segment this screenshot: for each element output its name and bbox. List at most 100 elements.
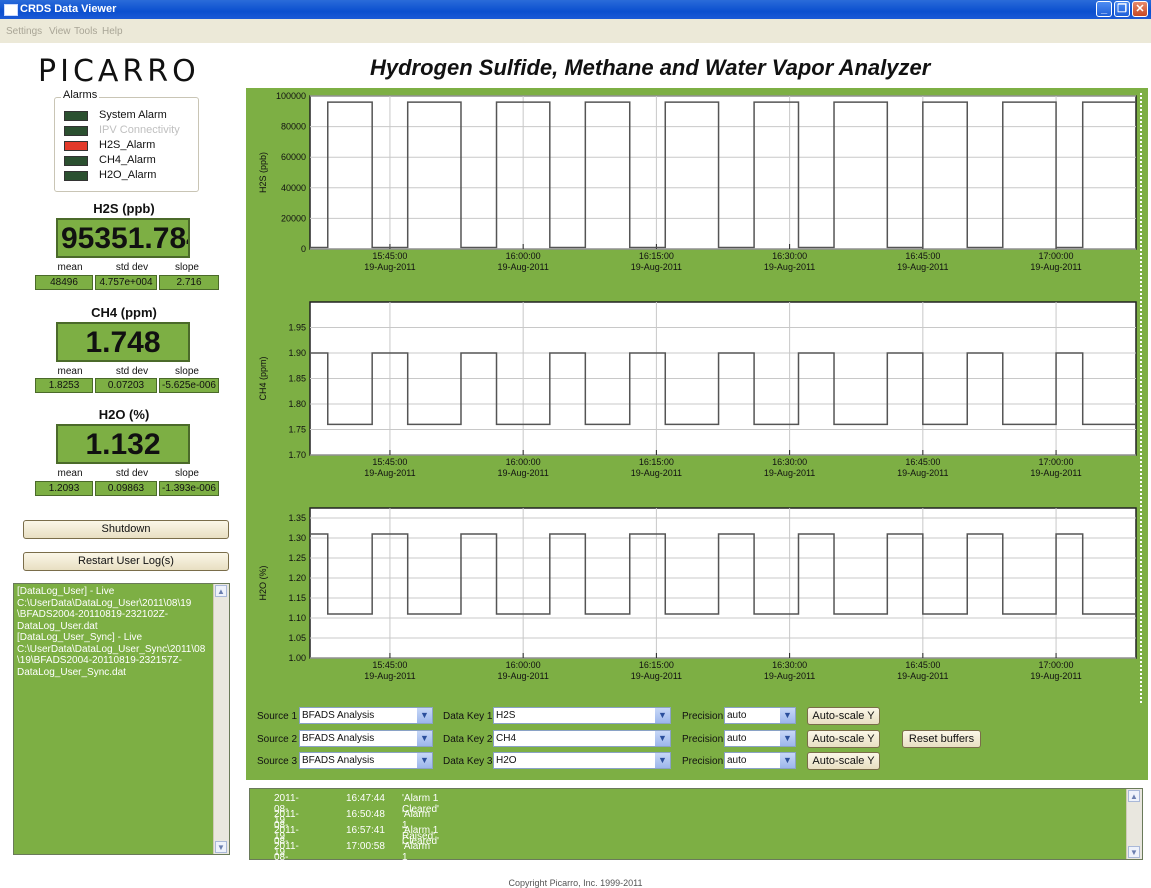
x-tick-label: 15:45:00	[372, 251, 407, 261]
plot-frame	[309, 507, 1137, 659]
y-tick-label: 1.25	[288, 553, 306, 563]
data-key-3-label: Data Key 3	[443, 756, 493, 767]
x-tick-label: 16:45:00	[905, 457, 940, 467]
x-tick-label: 17:00:00	[1039, 660, 1074, 670]
event-time: 17:00:58	[346, 841, 385, 852]
data-key-1-select[interactable]: H2S ▼	[493, 707, 671, 724]
x-tick-date: 19-Aug-2011	[631, 468, 682, 478]
x-tick-label: 17:00:00	[1039, 457, 1074, 467]
chevron-down-icon[interactable]: ▼	[655, 708, 670, 723]
copyright: Copyright Picarro, Inc. 1999-2011	[508, 878, 643, 888]
y-tick-label: 1.70	[288, 450, 306, 460]
event-log[interactable]: 2011-08-19 16:47:44 'Alarm 1 Cleared' 20…	[249, 788, 1143, 874]
data-key-3-select[interactable]: H2O ▼	[493, 752, 671, 769]
event-time: 16:50:48	[346, 809, 385, 820]
precision-1-value: auto	[727, 710, 747, 721]
scroll-down-icon[interactable]: ▼	[1128, 846, 1140, 858]
auto-scale-y-2-button[interactable]: Auto-scale Y	[807, 730, 880, 748]
chevron-down-icon[interactable]: ▼	[780, 731, 795, 746]
source-1-value: BFADS Analysis	[302, 710, 375, 721]
source-1-select[interactable]: BFADS Analysis ▼	[299, 707, 433, 724]
precision-3-select[interactable]: auto ▼	[724, 752, 796, 769]
data-key-3-value: H2O	[496, 755, 517, 766]
data-key-2-select[interactable]: CH4 ▼	[493, 730, 671, 747]
x-tick-date: 19-Aug-2011	[1030, 262, 1081, 272]
y-tick-label: 1.95	[288, 323, 306, 333]
y-tick-label: 1.90	[288, 348, 306, 358]
x-tick-date: 19-Aug-2011	[364, 671, 415, 681]
source-1-label: Source 1	[257, 711, 298, 722]
y-axis-label: CH4 (ppm)	[258, 356, 268, 400]
y-tick-label: 1.30	[288, 533, 306, 543]
x-tick-date: 19-Aug-2011	[764, 671, 815, 681]
x-tick-label: 16:30:00	[772, 660, 807, 670]
data-key-1-value: H2S	[496, 710, 516, 721]
x-tick-date: 19-Aug-2011	[764, 262, 815, 272]
y-tick-label: 1.35	[288, 513, 306, 523]
precision-3-label: Precision	[682, 756, 724, 767]
y-tick-label: 40000	[281, 183, 306, 193]
x-tick-date: 19-Aug-2011	[364, 468, 415, 478]
y-tick-label: 0	[301, 244, 306, 254]
precision-1-select[interactable]: auto ▼	[724, 707, 796, 724]
precision-2-label: Precision	[682, 734, 724, 745]
x-tick-label: 17:00:00	[1039, 251, 1074, 261]
chevron-down-icon[interactable]: ▼	[780, 708, 795, 723]
chevron-down-icon[interactable]: ▼	[417, 708, 432, 723]
event-log-scrollbar[interactable]: ▲ ▼	[1126, 789, 1142, 859]
data-key-2-label: Data Key 2	[443, 734, 493, 745]
x-tick-date: 19-Aug-2011	[631, 262, 682, 272]
y-tick-label: 100000	[276, 91, 306, 101]
data-key-2-value: CH4	[496, 733, 517, 744]
event-time: 16:57:41	[346, 825, 385, 836]
scroll-up-icon[interactable]: ▲	[1128, 790, 1140, 802]
x-tick-date: 19-Aug-2011	[897, 262, 948, 272]
x-tick-date: 19-Aug-2011	[497, 671, 548, 681]
source-2-label: Source 2	[257, 734, 298, 745]
y-tick-label: 1.20	[288, 573, 306, 583]
source-3-label: Source 3	[257, 756, 298, 767]
precision-1-label: Precision	[682, 711, 724, 722]
x-tick-date: 19-Aug-2011	[364, 262, 415, 272]
precision-3-value: auto	[727, 755, 747, 766]
x-tick-date: 19-Aug-2011	[1030, 671, 1081, 681]
x-tick-date: 19-Aug-2011	[897, 671, 948, 681]
y-tick-label: 1.75	[288, 425, 306, 435]
chevron-down-icon[interactable]: ▼	[417, 753, 432, 768]
chevron-down-icon[interactable]: ▼	[655, 753, 670, 768]
y-tick-label: 60000	[281, 152, 306, 162]
reset-buffers-button[interactable]: Reset buffers	[902, 730, 981, 748]
y-tick-label: 1.15	[288, 593, 306, 603]
source-3-select[interactable]: BFADS Analysis ▼	[299, 752, 433, 769]
y-tick-label: 1.10	[288, 613, 306, 623]
x-tick-label: 16:30:00	[772, 251, 807, 261]
chevron-down-icon[interactable]: ▼	[780, 753, 795, 768]
x-tick-label: 16:45:00	[905, 251, 940, 261]
auto-scale-y-3-button[interactable]: Auto-scale Y	[807, 752, 880, 770]
y-tick-label: 1.80	[288, 399, 306, 409]
precision-2-select[interactable]: auto ▼	[724, 730, 796, 747]
y-tick-label: 1.00	[288, 653, 306, 663]
event-date: 2011-08-19	[274, 841, 299, 874]
x-tick-date: 19-Aug-2011	[497, 262, 548, 272]
x-tick-date: 19-Aug-2011	[497, 468, 548, 478]
x-tick-date: 19-Aug-2011	[897, 468, 948, 478]
x-tick-label: 16:45:00	[905, 660, 940, 670]
chevron-down-icon[interactable]: ▼	[655, 731, 670, 746]
source-2-select[interactable]: BFADS Analysis ▼	[299, 730, 433, 747]
y-tick-label: 1.05	[288, 633, 306, 643]
x-tick-date: 19-Aug-2011	[1030, 468, 1081, 478]
chevron-down-icon[interactable]: ▼	[417, 731, 432, 746]
auto-scale-y-1-button[interactable]: Auto-scale Y	[807, 707, 880, 725]
y-tick-label: 80000	[281, 122, 306, 132]
plot-frame	[309, 95, 1137, 250]
y-axis-label: H2O (%)	[258, 565, 268, 600]
event-time: 16:47:44	[346, 793, 385, 804]
x-tick-label: 16:00:00	[506, 660, 541, 670]
x-tick-label: 16:15:00	[639, 251, 674, 261]
source-2-value: BFADS Analysis	[302, 733, 375, 744]
x-tick-label: 15:45:00	[372, 660, 407, 670]
y-tick-label: 1.85	[288, 374, 306, 384]
y-axis-label: H2S (ppb)	[258, 152, 268, 193]
x-tick-label: 16:15:00	[639, 457, 674, 467]
